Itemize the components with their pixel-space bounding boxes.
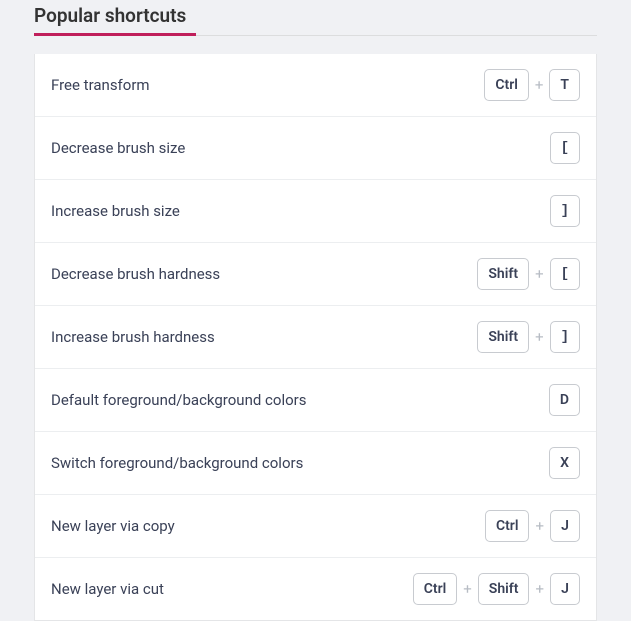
plus-separator: +: [462, 580, 473, 598]
shortcut-row: New layer via copy Ctrl+ J: [35, 494, 596, 557]
plus-separator: +: [534, 517, 545, 535]
plus-separator: +: [534, 265, 545, 283]
shortcut-label: Free transform: [51, 76, 150, 94]
key-badge: J: [550, 510, 580, 542]
key-badge: T: [549, 69, 580, 101]
shortcut-list: Free transformCtrl+TDecrease brush size[…: [34, 54, 597, 621]
plus-separator: +: [534, 328, 545, 346]
shortcut-row: New layer via cutCtrl+Shift+J: [35, 557, 596, 620]
shortcut-row: Increase brush size]: [35, 179, 596, 242]
shortcut-keys: Shift +]: [477, 321, 580, 353]
shortcut-keys: X: [549, 447, 580, 479]
key-badge: Ctrl: [485, 510, 530, 542]
key-badge: Shift: [477, 321, 529, 353]
shortcut-keys: Ctrl +T: [484, 69, 580, 101]
key-badge: Ctrl: [484, 69, 529, 101]
key-badge: J: [550, 573, 580, 605]
shortcut-label: Increase brush hardness: [51, 328, 215, 346]
shortcut-row: Increase brush hardness Shift +]: [35, 305, 596, 368]
plus-separator: +: [534, 76, 545, 94]
shortcut-label: Increase brush size: [51, 202, 180, 220]
section-title: Popular shortcuts: [34, 0, 186, 35]
title-underline: [34, 33, 196, 36]
shortcut-row: Free transform Ctrl +T: [35, 54, 596, 116]
key-badge: [: [550, 258, 580, 290]
shortcut-label: New layer via cut: [51, 580, 164, 598]
shortcut-keys: D: [549, 384, 580, 416]
key-badge: Shift: [478, 573, 530, 605]
shortcut-label: Switch foreground/background colors: [51, 454, 303, 472]
key-badge: Ctrl: [413, 573, 458, 605]
shortcut-label: Default foreground/background colors: [51, 391, 306, 409]
shortcut-label: Decrease brush size: [51, 139, 185, 157]
key-badge: Shift: [477, 258, 529, 290]
shortcut-keys: Shift + [: [477, 258, 580, 290]
shortcut-keys: Ctrl+Shift+J: [413, 573, 580, 605]
key-badge: [: [550, 132, 580, 164]
key-badge: X: [549, 447, 580, 479]
shortcut-label: New layer via copy: [51, 517, 175, 535]
shortcut-row: Default foreground/background colors D: [35, 368, 596, 431]
key-badge: ]: [550, 195, 580, 227]
shortcut-keys: ]: [550, 195, 580, 227]
plus-separator: +: [534, 580, 545, 598]
shortcut-label: Decrease brush hardness: [51, 265, 220, 283]
key-badge: ]: [550, 321, 580, 353]
shortcut-row: Decrease brush hardness Shift + [: [35, 242, 596, 305]
shortcut-keys: Ctrl+ J: [485, 510, 580, 542]
shortcut-row: Decrease brush size [: [35, 116, 596, 179]
shortcut-keys: [: [550, 132, 580, 164]
shortcut-row: Switch foreground/background colors X: [35, 431, 596, 494]
section-header: Popular shortcuts: [34, 0, 597, 36]
key-badge: D: [549, 384, 580, 416]
